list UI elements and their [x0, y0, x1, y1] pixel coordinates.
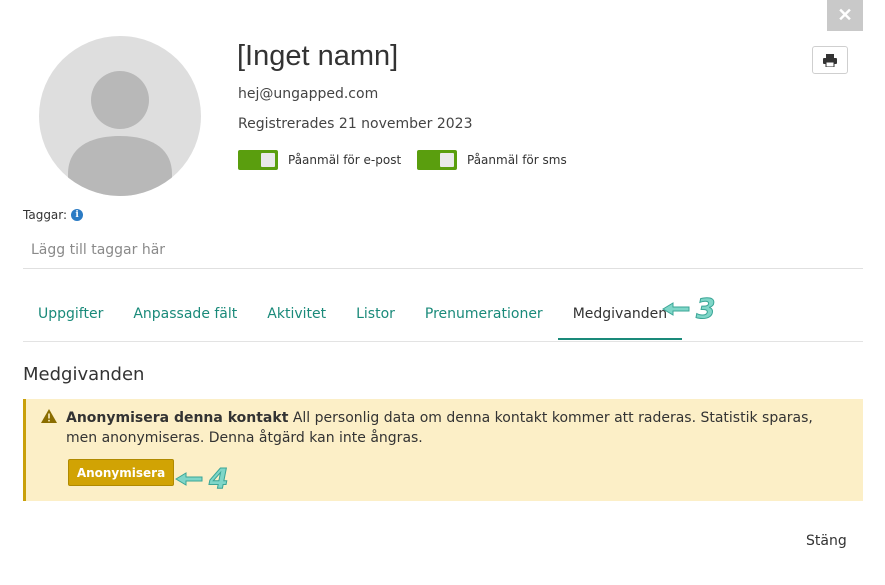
tab-bar: Uppgifter Anpassade fält Aktivitet Listo…	[23, 290, 863, 342]
info-icon[interactable]: i	[71, 209, 84, 221]
email-subscription: Påanmäl för e-post	[238, 150, 401, 170]
button-annotation: 4	[175, 462, 229, 495]
avatar	[39, 36, 201, 196]
anonymize-button[interactable]: Anonymisera	[68, 459, 174, 486]
close-button[interactable]: ✕	[827, 0, 863, 31]
print-button[interactable]	[812, 46, 848, 74]
annotation-number-4: 4	[208, 462, 229, 495]
close-dialog-button[interactable]: Stäng	[806, 533, 847, 549]
anonymize-warning: Anonymisera denna kontakt All personlig …	[23, 399, 863, 501]
tab-uppgifter[interactable]: Uppgifter	[23, 290, 118, 340]
tags-input[interactable]	[23, 232, 863, 269]
warning-title: Anonymisera denna kontakt	[66, 410, 289, 426]
registration-date: Registrerades 21 november 2023	[238, 116, 473, 132]
warning-message: Anonymisera denna kontakt All personlig …	[66, 408, 826, 448]
sms-subscription: Påanmäl för sms	[417, 150, 567, 170]
section-title: Medgivanden	[23, 364, 145, 385]
tab-anpassade-falt[interactable]: Anpassade fält	[118, 290, 252, 340]
sms-subscription-toggle[interactable]	[417, 150, 457, 170]
arrow-left-icon	[662, 302, 690, 316]
contact-email: hej@ungapped.com	[238, 86, 379, 102]
warning-icon	[41, 409, 57, 423]
close-icon: ✕	[837, 5, 853, 25]
tab-annotation: 3	[662, 292, 716, 325]
tags-label-row: Taggar: i	[23, 208, 84, 222]
arrow-left-icon	[175, 472, 203, 486]
annotation-number-3: 3	[695, 292, 716, 325]
contact-name: [Inget namn]	[237, 40, 399, 72]
user-silhouette-icon	[68, 71, 172, 196]
tab-listor[interactable]: Listor	[341, 290, 410, 340]
sms-subscription-label: Påanmäl för sms	[467, 153, 567, 167]
tab-aktivitet[interactable]: Aktivitet	[252, 290, 341, 340]
email-subscription-label: Påanmäl för e-post	[288, 153, 402, 167]
tags-label: Taggar:	[23, 208, 68, 222]
print-icon	[823, 53, 837, 67]
email-subscription-toggle[interactable]	[238, 150, 278, 170]
tab-prenumerationer[interactable]: Prenumerationer	[410, 290, 558, 340]
